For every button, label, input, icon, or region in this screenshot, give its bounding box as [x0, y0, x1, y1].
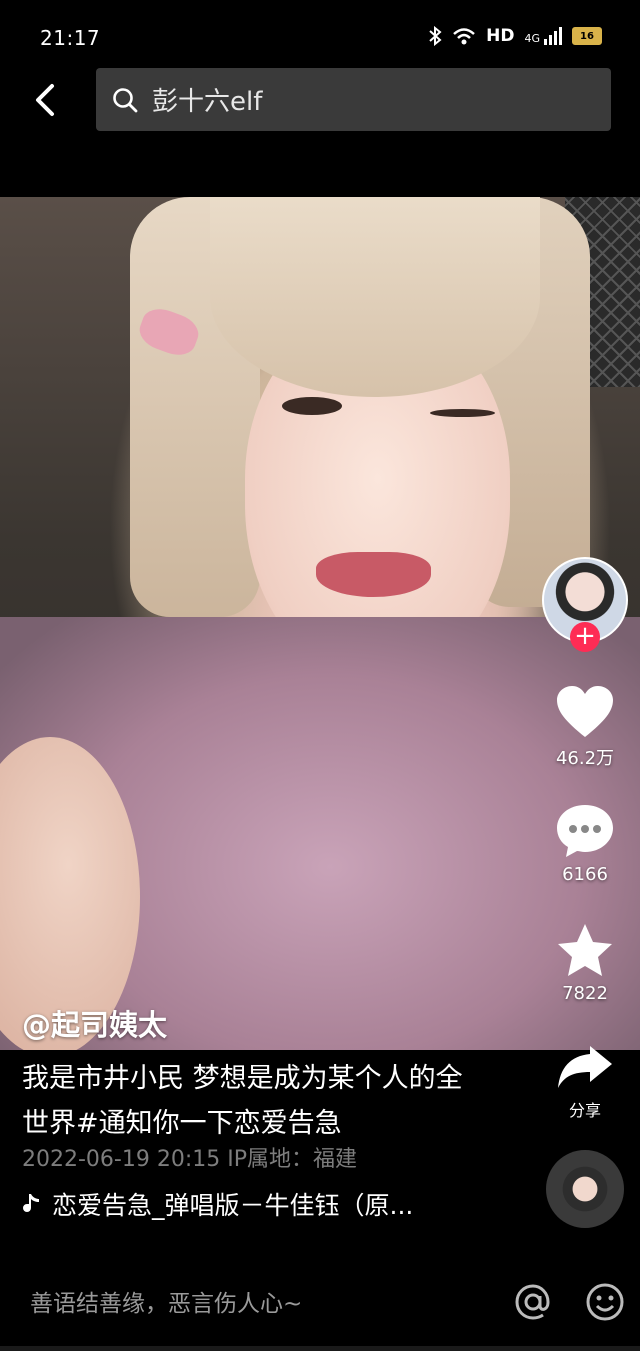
comment-button[interactable]: 6166: [550, 803, 620, 885]
bluetooth-icon: [429, 26, 442, 46]
music-disc[interactable]: [546, 1150, 624, 1228]
status-icons: HD 4G 16: [428, 26, 602, 46]
favorite-count: 7822: [562, 983, 608, 1004]
battery-level: 16: [580, 30, 594, 42]
share-button[interactable]: 分享: [550, 1042, 620, 1121]
share-label: 分享: [568, 1101, 601, 1120]
mention-button[interactable]: [512, 1281, 554, 1327]
music-title: 恋爱告急_弹唱版－牛佳钰（原...: [52, 1191, 414, 1220]
left-eye: [282, 397, 342, 415]
bottom-divider: [0, 1346, 640, 1351]
heart-icon: [557, 686, 613, 737]
signal-label: 4G: [524, 32, 540, 45]
star-icon: [558, 924, 612, 976]
signal-icon: 4G: [524, 27, 562, 45]
search-bar[interactable]: 彭十六elf: [96, 68, 611, 131]
search-query: 彭十六elf: [152, 87, 263, 117]
right-eye: [430, 409, 495, 417]
follow-button[interactable]: +: [570, 622, 600, 652]
back-button[interactable]: [30, 82, 62, 118]
share-icon: [558, 1046, 612, 1088]
smile-icon: [586, 1283, 624, 1321]
search-icon: [113, 87, 138, 112]
chevron-left-icon: [36, 84, 54, 116]
like-button[interactable]: 46.2万: [550, 685, 620, 770]
comment-icon: [557, 805, 613, 857]
wifi-icon: [453, 28, 475, 45]
video-player[interactable]: [0, 197, 640, 1050]
author-name[interactable]: @起司姨太: [22, 1002, 167, 1044]
status-time: 21:17: [40, 26, 101, 50]
battery-icon: 16: [572, 27, 602, 45]
hair-bangs: [210, 197, 540, 397]
lips: [316, 552, 431, 597]
at-icon: [515, 1284, 550, 1320]
video-description: 我是市井小民 梦想是成为某个人的全世界#通知你一下恋爱告急: [22, 1063, 463, 1139]
emoji-button[interactable]: [584, 1281, 626, 1327]
network-label: HD: [486, 26, 515, 46]
post-meta: 2022-06-19 20:15 IP属地：福建: [22, 1147, 357, 1172]
favorite-button[interactable]: 7822: [550, 922, 620, 1004]
music-link[interactable]: 恋爱告急_弹唱版－牛佳钰（原...: [22, 1186, 413, 1222]
like-count: 46.2万: [555, 748, 615, 769]
comment-input[interactable]: 善语结善缘，恶言伤人心~: [30, 1284, 302, 1318]
comment-count: 6166: [562, 864, 608, 885]
music-note-icon: [23, 1194, 39, 1212]
